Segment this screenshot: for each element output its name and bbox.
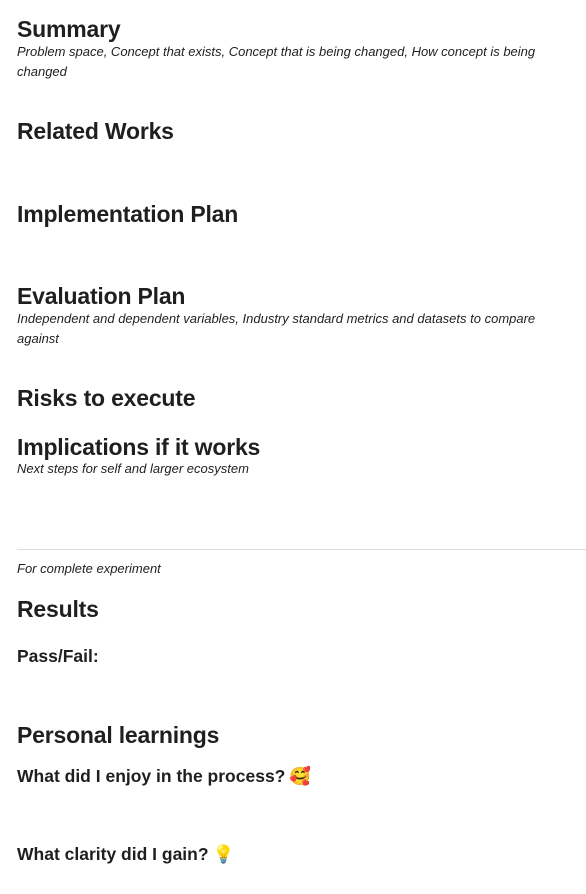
enjoy-question: What did I enjoy in the process? 🥰 xyxy=(17,765,311,788)
pass-fail-label: Pass/Fail: xyxy=(17,646,99,666)
divider-note: For complete experiment xyxy=(17,561,161,576)
evaluation-plan-heading: Evaluation Plan xyxy=(17,283,186,309)
summary-note: Problem space, Concept that exists, Conc… xyxy=(17,44,536,79)
section-divider xyxy=(17,549,586,550)
related-works-heading: Related Works xyxy=(17,118,174,144)
personal-learnings-heading: Personal learnings xyxy=(17,722,220,748)
results-heading: Results xyxy=(17,596,99,622)
implementation-plan-heading: Implementation Plan xyxy=(17,201,239,227)
lightbulb-icon: 💡 xyxy=(212,845,235,865)
enjoy-question-text: What did I enjoy in the process? xyxy=(17,766,286,786)
implications-note: Next steps for self and larger ecosystem xyxy=(17,461,249,476)
evaluation-plan-note: Independent and dependent variables, Ind… xyxy=(17,311,536,346)
smiling-face-with-hearts-icon: 🥰 xyxy=(289,767,312,787)
summary-heading: Summary xyxy=(17,16,121,42)
implications-heading: Implications if it works xyxy=(17,434,261,460)
clarity-question: What clarity did I gain? 💡 xyxy=(17,843,234,866)
risks-heading: Risks to execute xyxy=(17,385,196,411)
clarity-question-text: What clarity did I gain? xyxy=(17,844,209,864)
